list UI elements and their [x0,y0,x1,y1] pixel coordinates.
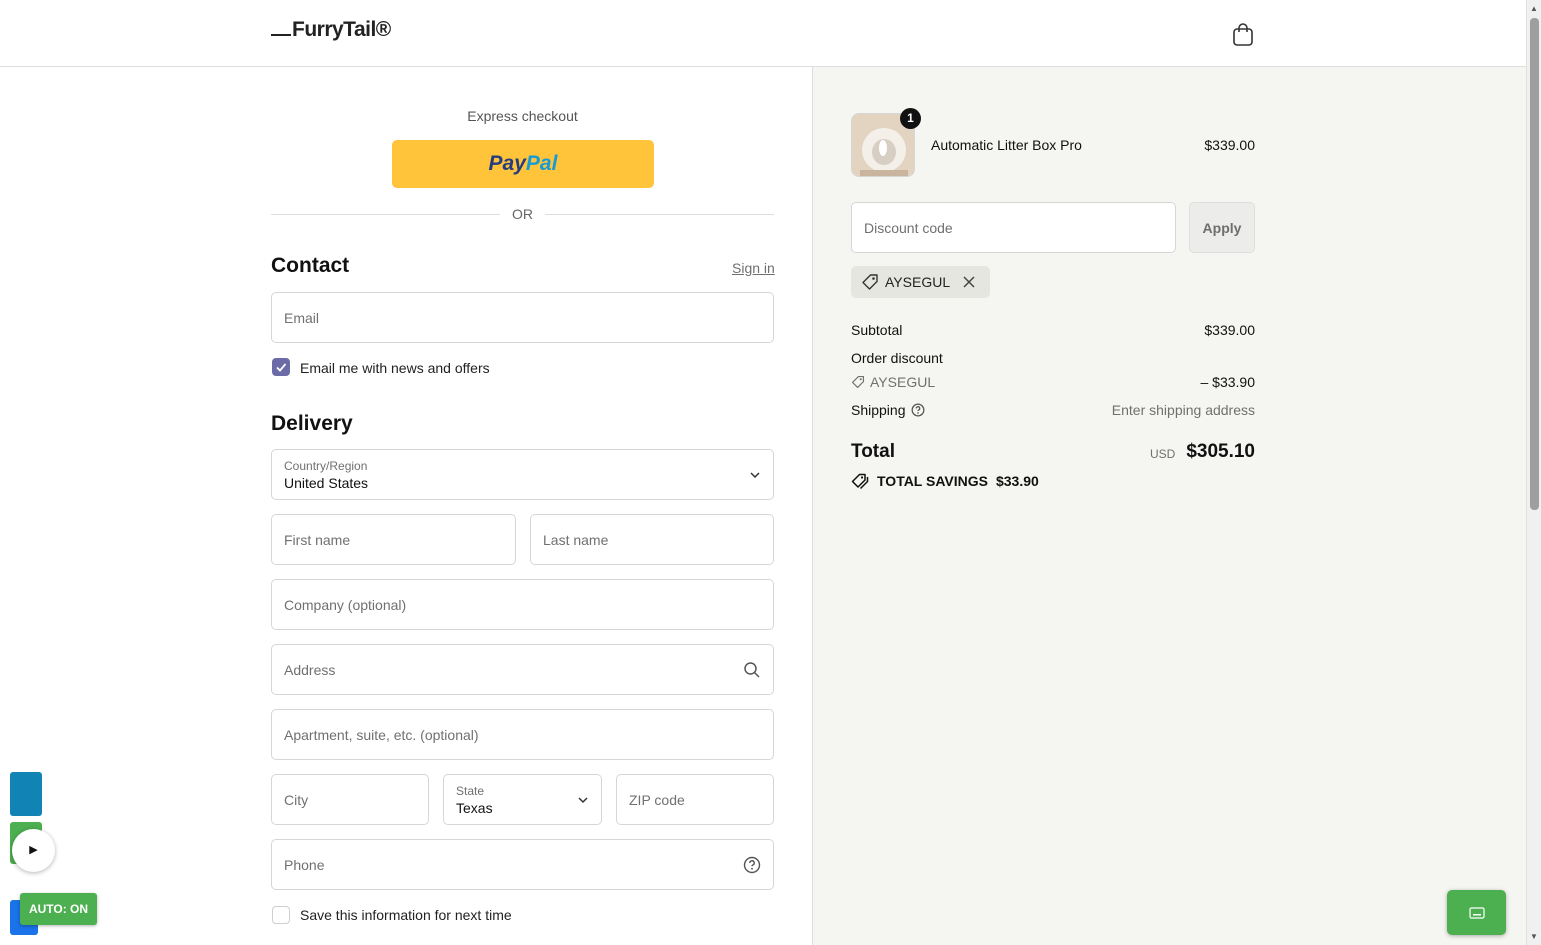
tags-icon [851,473,869,490]
logo-text: FurryTail® [292,18,391,41]
apartment-input[interactable] [272,710,773,759]
state-label: State [456,784,485,798]
applied-code-chip: AYSEGUL [851,266,991,298]
news-offers-label: Email me with news and offers [300,360,490,376]
last-name-input[interactable] [531,515,773,564]
quantity-badge: 1 [900,108,921,129]
company-field[interactable] [271,579,774,630]
checkmark-icon [276,363,287,372]
total-currency: USD [1150,447,1176,461]
country-value: United States [284,475,369,491]
help-circle-icon[interactable] [743,856,761,874]
company-input[interactable] [272,580,773,629]
order-summary-panel [812,67,1526,945]
tag-icon [851,375,865,389]
discount-code-field[interactable] [851,202,1176,253]
auto-toggle-button[interactable]: AUTO: ON [20,893,97,925]
shopping-bag-icon[interactable] [1232,22,1254,46]
last-name-field[interactable] [530,514,774,565]
first-name-field[interactable] [271,514,516,565]
search-icon [744,662,760,678]
total-label: Total [851,441,895,462]
first-name-input[interactable] [272,515,515,564]
logo-dash [271,34,291,37]
subtotal-value: $339.00 [1204,322,1255,338]
paypal-button[interactable]: PayPal [392,140,654,188]
order-discount-label: Order discount [851,350,943,366]
total-savings: TOTAL SAVINGS $33.90 [851,472,1039,490]
remove-code-close-icon[interactable] [960,273,978,291]
product-name: Automatic Litter Box Pro [931,137,1082,153]
extension-blue-button[interactable] [10,772,42,816]
scroll-down-arrow-icon[interactable]: ▼ [1530,932,1538,941]
zip-input[interactable] [617,775,773,824]
shipping-value: Enter shipping address [1111,402,1255,418]
contact-title: Contact [271,254,350,277]
or-label: OR [500,206,545,222]
discount-value: – $33.90 [1200,374,1256,390]
state-value: Texas [456,800,493,816]
address-field[interactable] [271,644,774,695]
savings-label: TOTAL SAVINGS [877,473,988,489]
scroll-thumb[interactable] [1530,18,1539,510]
email-field[interactable] [271,292,774,343]
express-checkout-title: Express checkout [467,108,578,124]
chevron-down-icon [578,797,588,804]
news-offers-checkbox[interactable] [272,358,290,376]
discount-code-input[interactable] [852,203,1175,252]
country-select[interactable]: Country/Region United States [271,449,774,500]
sign-in-link[interactable]: Sign in [732,260,775,276]
scroll-up-arrow-icon[interactable]: ▲ [1530,4,1538,13]
applied-code-label: AYSEGUL [885,274,951,290]
product-price: $339.00 [1204,137,1255,153]
apply-button[interactable]: Apply [1189,202,1255,253]
logo[interactable]: FurryTail® [271,18,391,42]
phone-input[interactable] [272,840,773,889]
state-select[interactable]: State Texas [443,774,602,825]
discount-code-label: AYSEGUL [870,374,936,390]
email-input[interactable] [272,293,773,342]
savings-value: $33.90 [995,473,1039,489]
help-circle-icon[interactable] [911,403,925,417]
phone-field[interactable] [271,839,774,890]
apartment-field[interactable] [271,709,774,760]
keyboard-icon [1468,907,1485,919]
play-icon[interactable]: ▶ [12,829,55,872]
save-info-checkbox[interactable] [272,906,290,924]
scrollbar[interactable]: ▲ ▼ [1526,0,1541,945]
site-header: FurryTail® [0,0,1526,67]
paypal-pal-text: Pal [525,152,558,175]
zip-field[interactable] [616,774,774,825]
total-value: $305.10 [1186,441,1255,462]
save-info-label: Save this information for next time [300,907,512,923]
tag-icon [862,274,878,290]
city-input[interactable] [272,775,428,824]
country-label: Country/Region [284,459,368,473]
extension-chat-button[interactable] [1447,890,1506,935]
chevron-down-icon [750,472,760,479]
city-field[interactable] [271,774,429,825]
paypal-pay-text: Pay [488,152,526,175]
delivery-title: Delivery [271,412,353,435]
address-input[interactable] [272,645,773,694]
subtotal-label: Subtotal [851,322,903,338]
shipping-label: Shipping [851,402,906,418]
